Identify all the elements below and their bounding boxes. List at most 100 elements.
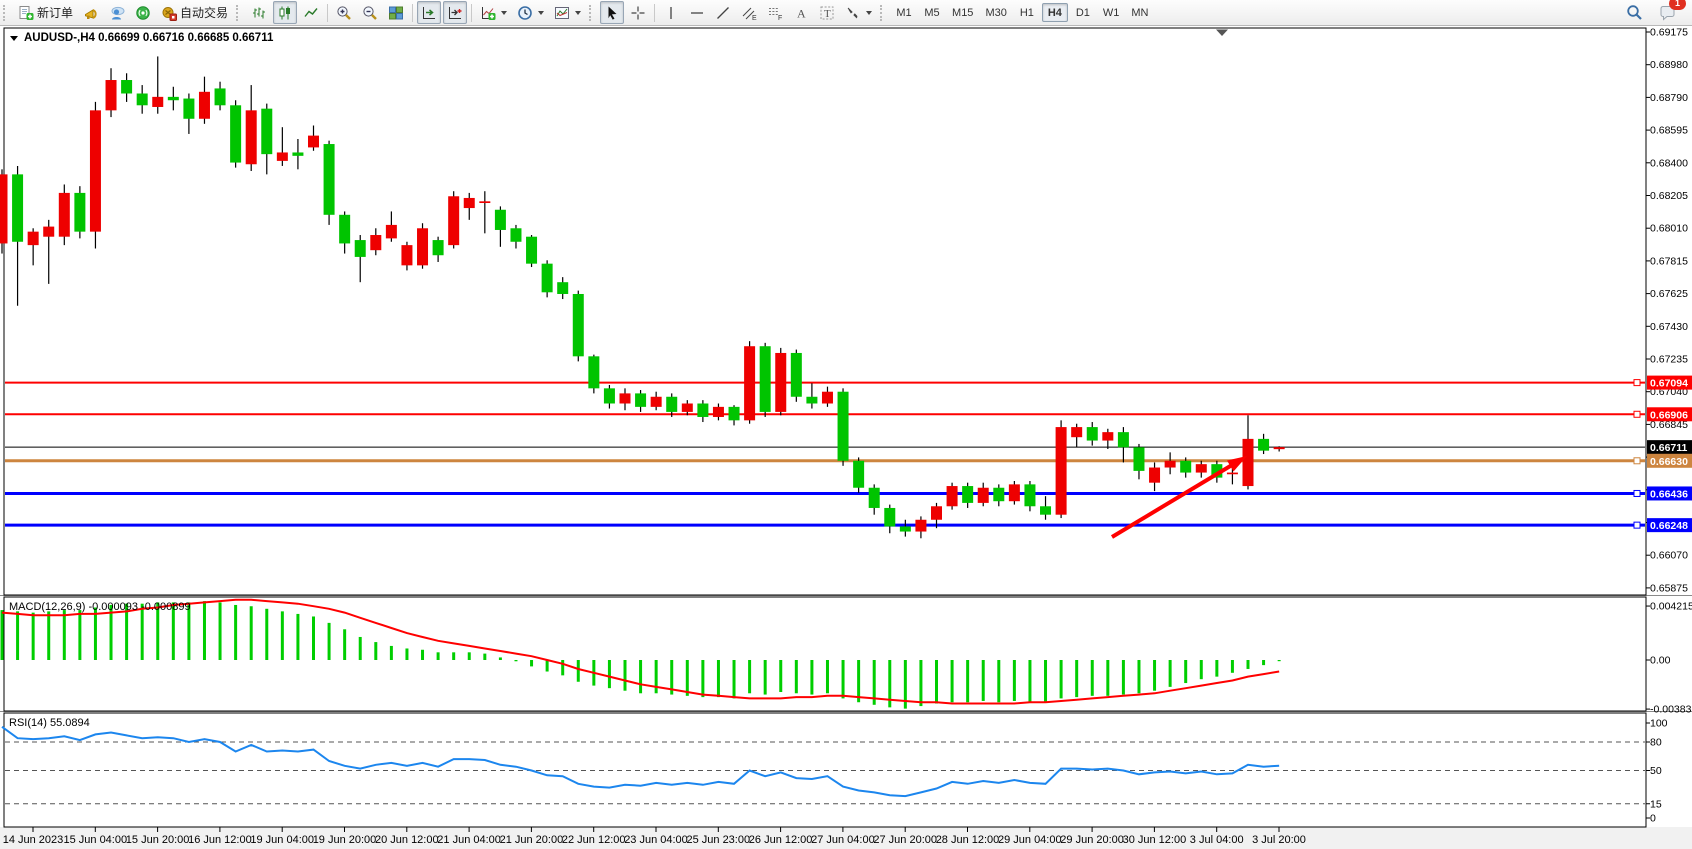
channel-tool-button[interactable]: E (737, 1, 761, 24)
line-handle[interactable] (1634, 522, 1640, 528)
clock-icon (517, 5, 533, 21)
candle-body (137, 93, 148, 105)
candle-body (1165, 461, 1176, 468)
toolbar-grip[interactable] (589, 5, 596, 21)
timeframe-button-M15[interactable]: M15 (947, 3, 978, 22)
trendline-icon (715, 5, 731, 21)
price-axis-label: 0.65875 (1650, 582, 1688, 594)
timeframe-button-W1[interactable]: W1 (1098, 3, 1125, 22)
time-axis-label: 15 Jun 20:00 (126, 834, 190, 846)
chart-canvas[interactable]: 0.691750.689800.687900.685950.684000.682… (0, 25, 1692, 849)
notifications-button[interactable]: 1 (1655, 1, 1681, 24)
svg-text:A: A (797, 6, 806, 20)
arrows-tool-button[interactable] (841, 1, 876, 24)
timeframe-button-M1[interactable]: M1 (891, 3, 917, 22)
price-tag-label: 0.67094 (1650, 378, 1688, 390)
autotrading-label: 自动交易 (180, 4, 228, 21)
candle-body (806, 397, 817, 404)
templates-button[interactable] (550, 1, 585, 24)
line-handle[interactable] (1634, 380, 1640, 386)
zoom-out-button[interactable] (358, 1, 382, 24)
zoom-in-button[interactable] (332, 1, 356, 24)
channel-icon: E (741, 5, 757, 21)
timeframe-button-M30[interactable]: M30 (980, 3, 1011, 22)
candle-body (43, 227, 54, 237)
cursor-tool-button[interactable] (600, 1, 624, 24)
toolbar-grip[interactable] (236, 5, 243, 21)
candle-body (401, 245, 412, 265)
horizontal-line-tool-button[interactable] (685, 1, 709, 24)
timeframe-button-H1[interactable]: H1 (1014, 3, 1040, 22)
candle-body (433, 240, 444, 255)
line-chart-icon (303, 5, 319, 21)
candle-body (1118, 432, 1129, 447)
templates-caret-icon (575, 11, 581, 15)
rsi-axis-label: 80 (1650, 737, 1662, 749)
time-axis-label: 21 Jun 20:00 (500, 834, 564, 846)
fibonacci-tool-button[interactable]: F (763, 1, 787, 24)
candle-body (1180, 461, 1191, 473)
auto-scroll-icon (421, 5, 437, 21)
timeframe-button-M5[interactable]: M5 (919, 3, 945, 22)
line-handle[interactable] (1634, 458, 1640, 464)
candlestick-chart-icon (277, 5, 293, 21)
trendline-tool-button[interactable] (711, 1, 735, 24)
announcement-button[interactable] (79, 1, 103, 24)
candle-body (230, 105, 241, 162)
timeframe-button-H4[interactable]: H4 (1042, 3, 1068, 22)
candle-body (1009, 484, 1020, 501)
toolbar-grip[interactable] (3, 5, 10, 21)
candle-body (308, 136, 319, 148)
candle-body (729, 407, 740, 420)
bar-chart-type-button[interactable] (247, 1, 271, 24)
community-button[interactable] (105, 1, 129, 24)
candle-body (884, 508, 895, 527)
crosshair-tool-button[interactable] (626, 1, 650, 24)
arrows-icon (845, 5, 861, 21)
chart-area[interactable]: 0.691750.689800.687900.685950.684000.682… (0, 25, 1692, 849)
price-tag-layer: 0.670940.669060.667110.666300.664360.662… (1647, 376, 1692, 533)
time-axis-label: 28 Jun 12:00 (936, 834, 1000, 846)
candle-body (651, 397, 662, 407)
toolbar-grip[interactable] (880, 5, 887, 21)
candle-body (978, 488, 989, 503)
timeframe-group: M1M5M15M30H1H4D1W1MN (890, 3, 1154, 22)
svg-text:E: E (752, 15, 757, 21)
line-chart-type-button[interactable] (299, 1, 323, 24)
templates-icon (554, 5, 570, 21)
tile-windows-button[interactable] (384, 1, 408, 24)
vertical-line-tool-button[interactable] (659, 1, 683, 24)
candle-body (59, 193, 70, 237)
auto-scroll-button[interactable] (417, 1, 441, 24)
candlestick-chart-type-button[interactable] (273, 1, 297, 24)
timeframe-button-D1[interactable]: D1 (1070, 3, 1096, 22)
timeframe-button-MN[interactable]: MN (1126, 3, 1153, 22)
price-axis-label: 0.66070 (1650, 550, 1688, 562)
new-order-button[interactable]: 新订单 (14, 1, 77, 24)
line-handle[interactable] (1634, 411, 1640, 417)
price-axis: 0.691750.689800.687900.685950.684000.682… (1646, 27, 1692, 825)
candle-body (12, 174, 23, 241)
notification-badge: 1 (1669, 0, 1686, 10)
time-axis-label: 3 Jul 04:00 (1190, 834, 1244, 846)
indicators-button[interactable] (476, 1, 511, 24)
line-handle[interactable] (1634, 490, 1640, 496)
text-label-tool-button[interactable]: T (815, 1, 839, 24)
candle-body (355, 240, 366, 257)
chart-shift-button[interactable] (443, 1, 467, 24)
fibonacci-icon: F (767, 5, 783, 21)
signals-button[interactable] (131, 1, 155, 24)
text-tool-button[interactable]: A (789, 1, 813, 24)
periods-button[interactable] (513, 1, 548, 24)
macd-axis-label: 0.004215 (1650, 601, 1692, 613)
candle-body (417, 228, 428, 265)
candle-body (931, 506, 942, 519)
indicators-icon (480, 5, 496, 21)
price-tag-label: 0.66630 (1650, 456, 1688, 468)
candle-body (853, 461, 864, 488)
trading-terminal-window: 新订单 自动交易 (0, 0, 1692, 849)
candle-body (386, 225, 397, 238)
candle-body (993, 488, 1004, 501)
autotrading-button[interactable]: 自动交易 (157, 1, 232, 24)
search-button[interactable] (1622, 1, 1647, 24)
